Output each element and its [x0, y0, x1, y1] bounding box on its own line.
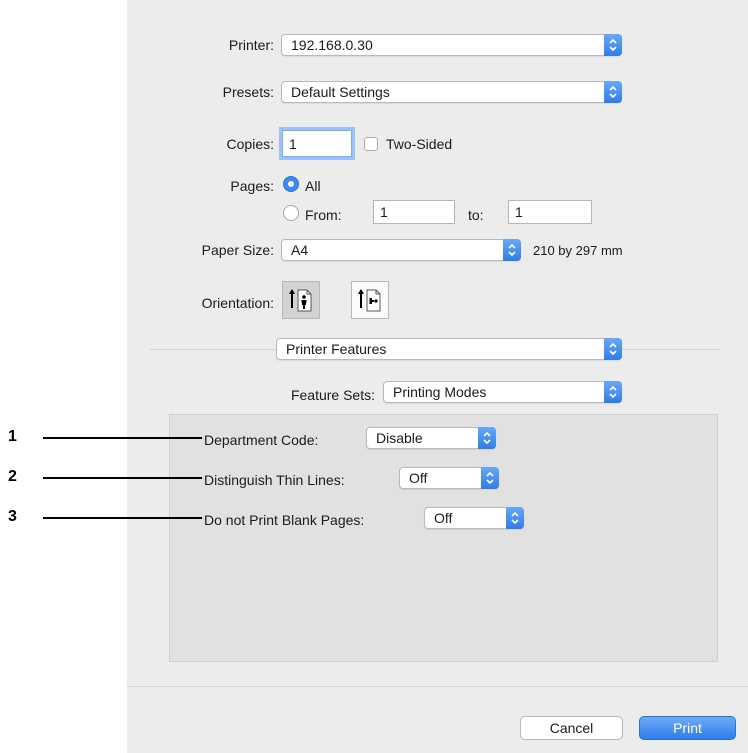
do-not-print-blank-pages-label: Do not Print Blank Pages: — [204, 512, 365, 528]
portrait-orientation-icon — [289, 289, 312, 312]
distinguish-thin-lines-label: Distinguish Thin Lines: — [204, 472, 345, 488]
feature-sets-value: Printing Modes — [393, 384, 487, 400]
printer-value: 192.168.0.30 — [291, 37, 373, 53]
print-button[interactable]: Print — [639, 716, 736, 740]
department-code-label: Department Code: — [204, 432, 319, 448]
pages-label: Pages: — [230, 178, 274, 194]
callout-line — [43, 437, 202, 439]
pages-all-radio[interactable] — [283, 176, 299, 192]
feature-sets-label: Feature Sets: — [290, 387, 375, 403]
do-not-print-blank-pages-value: Off — [434, 510, 453, 526]
two-sided-label: Two-Sided — [386, 136, 453, 152]
chevron-updown-icon — [481, 467, 499, 489]
presets-label: Presets: — [222, 84, 274, 100]
chevron-updown-icon — [604, 81, 622, 103]
pages-to-field[interactable] — [508, 200, 592, 224]
paper-dimensions: 210 by 297 mm — [533, 243, 623, 258]
callout-line — [43, 517, 202, 519]
pages-from-radio[interactable] — [283, 205, 299, 221]
chevron-updown-icon — [478, 427, 496, 449]
distinguish-thin-lines-value: Off — [409, 470, 428, 486]
pages-from-label: From: — [305, 207, 342, 223]
do-not-print-blank-pages-popup[interactable]: Off — [424, 507, 524, 529]
callout-number: 3 — [8, 508, 17, 525]
distinguish-thin-lines-popup[interactable]: Off — [399, 467, 499, 489]
department-code-value: Disable — [376, 430, 423, 446]
section-popup[interactable]: Printer Features — [276, 338, 622, 360]
copies-label: Copies: — [226, 136, 274, 152]
orientation-label: Orientation: — [201, 295, 274, 311]
copies-input[interactable] — [283, 131, 351, 156]
cancel-button[interactable]: Cancel — [520, 716, 623, 740]
presets-value: Default Settings — [291, 84, 390, 100]
pages-from-input[interactable] — [374, 201, 454, 223]
paper-size-label: Paper Size: — [201, 242, 274, 258]
pages-all-label: All — [305, 178, 321, 194]
pages-from-field[interactable] — [373, 200, 455, 224]
two-sided-checkbox[interactable] — [364, 137, 378, 151]
landscape-orientation-icon — [358, 289, 381, 312]
pages-to-label: to: — [468, 207, 484, 223]
feature-sets-popup[interactable]: Printing Modes — [383, 381, 622, 403]
chevron-updown-icon — [503, 239, 521, 261]
section-popup-value: Printer Features — [286, 341, 387, 357]
department-code-popup[interactable]: Disable — [366, 427, 496, 449]
chevron-updown-icon — [604, 381, 622, 403]
callout-number: 2 — [8, 468, 17, 485]
printer-label: Printer: — [228, 37, 274, 53]
presets-popup[interactable]: Default Settings — [281, 81, 622, 103]
feature-panel — [169, 414, 718, 662]
paper-size-popup[interactable]: A4 — [281, 239, 521, 261]
landscape-orientation-button[interactable] — [351, 281, 389, 319]
chevron-updown-icon — [506, 507, 524, 529]
copies-field[interactable] — [282, 130, 352, 157]
printer-popup[interactable]: 192.168.0.30 — [281, 34, 622, 56]
divider — [127, 686, 748, 687]
pages-to-input[interactable] — [509, 201, 591, 223]
callout-line — [43, 477, 202, 479]
chevron-updown-icon — [604, 338, 622, 360]
callout-number: 1 — [8, 428, 17, 445]
portrait-orientation-button[interactable] — [282, 281, 320, 319]
paper-size-value: A4 — [291, 242, 309, 258]
chevron-updown-icon — [604, 34, 622, 56]
